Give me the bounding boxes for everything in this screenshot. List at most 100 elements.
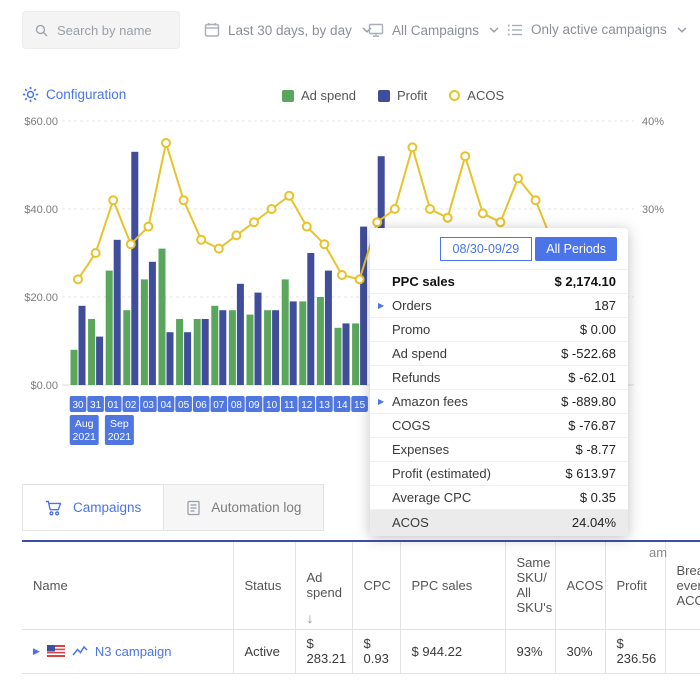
gear-icon bbox=[22, 86, 39, 103]
svg-text:$0.00: $0.00 bbox=[30, 380, 58, 392]
chart-summary-popup: 08/30-09/29 All Periods PPC sales$ 2,174… bbox=[370, 228, 628, 536]
column-header-status[interactable]: Status bbox=[233, 541, 295, 629]
tooltip-row-cogs: COGS$ -76.87 bbox=[370, 413, 628, 437]
table-row: ▶ N3 campaign Active $ 283.21 $ 0.93 $ 9… bbox=[22, 629, 700, 673]
column-header-acos[interactable]: ACOS bbox=[555, 541, 605, 629]
calendar-icon bbox=[204, 22, 220, 38]
column-header-ppc-sales[interactable]: PPC sales bbox=[400, 541, 505, 629]
svg-text:Aug: Aug bbox=[75, 418, 94, 430]
column-header-cpc[interactable]: CPC bbox=[352, 541, 400, 629]
svg-text:10: 10 bbox=[266, 400, 278, 411]
tooltip-row-profit-estimated: Profit (estimated)$ 613.97 bbox=[370, 461, 628, 485]
all-periods-button[interactable]: All Periods bbox=[535, 237, 617, 261]
us-flag-icon bbox=[47, 645, 65, 657]
campaigns-table: Name Status Ad spend↓ CPC PPC sales Same… bbox=[22, 540, 700, 674]
chevron-down-icon bbox=[677, 27, 687, 33]
cpc-cell: $ 0.93 bbox=[352, 629, 400, 673]
tab-campaigns[interactable]: Campaigns bbox=[22, 484, 164, 531]
chart-legend: Ad spend Profit ACOS bbox=[282, 88, 504, 103]
svg-text:$40.00: $40.00 bbox=[24, 204, 58, 216]
svg-text:06: 06 bbox=[196, 400, 208, 411]
legend-label: ACOS bbox=[467, 88, 504, 103]
profit-cell: $ 236.56 bbox=[605, 629, 665, 673]
active-campaigns-filter-label: Only active campaigns bbox=[531, 22, 667, 37]
acos-cell: 30% bbox=[555, 629, 605, 673]
tab-automation-log[interactable]: Automation log bbox=[164, 484, 324, 531]
date-range-box[interactable]: 08/30-09/29 bbox=[440, 237, 533, 261]
search-input[interactable] bbox=[57, 23, 167, 38]
svg-text:30: 30 bbox=[72, 400, 84, 411]
svg-text:31: 31 bbox=[90, 400, 102, 411]
tooltip-row-refunds: Refunds$ -62.01 bbox=[370, 365, 628, 389]
column-header-name[interactable]: Name bbox=[22, 541, 233, 629]
tooltip-row-amazon-fees[interactable]: ▶Amazon fees$ -889.80 bbox=[370, 389, 628, 413]
svg-text:11: 11 bbox=[284, 400, 295, 411]
column-header-ad-spend[interactable]: Ad spend↓ bbox=[295, 541, 352, 629]
search-box[interactable] bbox=[22, 11, 180, 49]
profit-swatch bbox=[378, 90, 390, 102]
svg-text:07: 07 bbox=[213, 400, 225, 411]
date-range-filter-label: Last 30 days, by day bbox=[228, 23, 352, 38]
svg-text:12: 12 bbox=[301, 400, 313, 411]
svg-text:2021: 2021 bbox=[108, 431, 132, 443]
legend-item-acos[interactable]: ACOS bbox=[449, 88, 504, 103]
campaign-name-link[interactable]: N3 campaign bbox=[95, 644, 172, 659]
svg-text:$60.00: $60.00 bbox=[24, 116, 58, 128]
svg-text:15: 15 bbox=[354, 400, 366, 411]
svg-text:Sep: Sep bbox=[110, 418, 129, 430]
svg-text:04: 04 bbox=[160, 400, 172, 411]
legend-item-ad-spend[interactable]: Ad spend bbox=[282, 88, 356, 103]
table-header-row: Name Status Ad spend↓ CPC PPC sales Same… bbox=[22, 541, 700, 629]
tab-campaigns-label: Campaigns bbox=[73, 500, 141, 515]
cart-icon bbox=[45, 500, 63, 516]
column-header-break-even-acos[interactable]: Break-even ACOS bbox=[665, 541, 700, 629]
break-even-cell bbox=[665, 629, 700, 673]
expand-arrow-icon[interactable]: ▶ bbox=[378, 397, 392, 406]
configuration-link[interactable]: Configuration bbox=[22, 86, 126, 103]
campaign-filter-label: All Campaigns bbox=[392, 23, 479, 38]
acos-marker bbox=[449, 90, 460, 101]
svg-text:09: 09 bbox=[248, 400, 260, 411]
search-icon bbox=[35, 23, 48, 38]
ad-spend-swatch bbox=[282, 90, 294, 102]
active-campaigns-filter[interactable]: Only active campaigns bbox=[507, 22, 687, 37]
tooltip-row-ppc-sales: PPC sales$ 2,174.10 bbox=[370, 269, 628, 293]
tooltip-row-acos: ACOS24.04% bbox=[370, 509, 628, 536]
svg-text:03: 03 bbox=[143, 400, 155, 411]
tab-bar: Campaigns Automation log bbox=[22, 484, 324, 531]
ad-spend-cell: $ 283.21 bbox=[295, 629, 352, 673]
svg-text:05: 05 bbox=[178, 400, 190, 411]
status-cell: Active bbox=[233, 629, 295, 673]
campaign-filter[interactable]: All Campaigns bbox=[368, 22, 499, 38]
tooltip-row-expenses: Expenses$ -8.77 bbox=[370, 437, 628, 461]
svg-text:40%: 40% bbox=[642, 116, 664, 128]
tooltip-row-orders[interactable]: ▶Orders187 bbox=[370, 293, 628, 317]
same-sku-cell: 93% bbox=[505, 629, 555, 673]
obscured-text-fragment: am bbox=[649, 545, 667, 560]
svg-text:01: 01 bbox=[108, 400, 120, 411]
chevron-down-icon bbox=[489, 27, 499, 33]
date-range-filter[interactable]: Last 30 days, by day bbox=[204, 22, 372, 38]
svg-text:30%: 30% bbox=[642, 204, 664, 216]
ppc-sales-cell: $ 944.22 bbox=[400, 629, 505, 673]
legend-label: Ad spend bbox=[301, 88, 356, 103]
legend-label: Profit bbox=[397, 88, 427, 103]
tooltip-row-ad-spend: Ad spend$ -522.68 bbox=[370, 341, 628, 365]
sort-desc-icon[interactable]: ↓ bbox=[307, 610, 314, 626]
svg-text:02: 02 bbox=[125, 400, 137, 411]
svg-text:$20.00: $20.00 bbox=[24, 292, 58, 304]
expand-arrow-icon[interactable]: ▶ bbox=[33, 646, 40, 657]
tooltip-row-average-cpc: Average CPC$ 0.35 bbox=[370, 485, 628, 509]
svg-text:08: 08 bbox=[231, 400, 243, 411]
svg-text:13: 13 bbox=[319, 400, 331, 411]
clipboard-icon bbox=[186, 500, 201, 516]
tab-automation-log-label: Automation log bbox=[211, 500, 301, 515]
line-chart-icon[interactable] bbox=[72, 645, 88, 657]
legend-item-profit[interactable]: Profit bbox=[378, 88, 427, 103]
monitor-icon bbox=[368, 22, 384, 38]
svg-text:2021: 2021 bbox=[73, 431, 97, 443]
tooltip-row-promo: Promo$ 0.00 bbox=[370, 317, 628, 341]
ppc-dashboard: { "accent_color": "#4a74e8", "toolbar": … bbox=[0, 0, 700, 700]
column-header-same-sku[interactable]: Same SKU/ All SKU's bbox=[505, 541, 555, 629]
expand-arrow-icon[interactable]: ▶ bbox=[378, 301, 392, 310]
